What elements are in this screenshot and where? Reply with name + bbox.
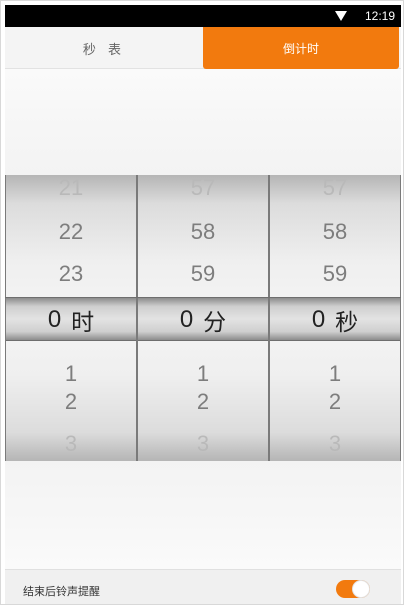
tab-stopwatch[interactable]: 秒 表 [5,27,203,69]
hours-below-3[interactable]: 3 [6,431,136,457]
seconds-above-3[interactable]: 57 [270,175,400,201]
minutes-unit: 分 [203,310,227,336]
minutes-above-1[interactable]: 59 [138,261,268,287]
minutes-above-3[interactable]: 57 [138,175,268,201]
hours-above-3[interactable]: 21 [6,175,136,201]
minutes-above-2[interactable]: 58 [138,219,268,245]
ring-reminder-label: 结束后铃声提醒 [23,585,100,598]
lower-blank-area [5,461,401,569]
seconds-selected[interactable]: 0 秒 [269,298,401,342]
seconds-below-3[interactable]: 3 [270,431,400,457]
minutes-below-2[interactable]: 2 [138,389,268,415]
hours-above-2[interactable]: 22 [6,219,136,245]
tab-countdown[interactable]: 倒计时 [203,27,399,69]
seconds-below-1[interactable]: 1 [270,361,400,387]
hours-unit: 时 [71,310,95,336]
hours-above-1[interactable]: 23 [6,261,136,287]
seconds-above-2[interactable]: 58 [270,219,400,245]
minutes-below-3[interactable]: 3 [138,431,268,457]
minutes-selected[interactable]: 0 分 [137,298,269,342]
tab-bar: 秒 表 倒计时 [5,27,401,69]
minutes-selected-value: 0 [179,306,194,333]
seconds-above-1[interactable]: 59 [270,261,400,287]
ring-reminder-row: 结束后铃声提醒 [5,569,401,604]
seconds-selected-value: 0 [311,306,326,333]
wifi-icon [335,11,347,21]
hours-selected[interactable]: 0 时 [5,298,137,342]
ring-reminder-toggle[interactable] [336,580,370,598]
upper-blank-area [5,69,401,175]
status-bar: 12:19 [5,5,401,27]
minutes-below-1[interactable]: 1 [138,361,268,387]
seconds-unit: 秒 [335,310,359,336]
hours-selected-value: 0 [47,306,62,333]
status-time: 12:19 [364,9,395,23]
seconds-below-2[interactable]: 2 [270,389,400,415]
hours-below-2[interactable]: 2 [6,389,136,415]
picker-selection-band: 0 时 0 分 0 秒 [5,297,401,342]
app-screen: 12:19 秒 表 倒计时 21 22 23 1 2 3 57 58 59 1 … [0,0,404,605]
toggle-knob [352,580,370,598]
hours-below-1[interactable]: 1 [6,361,136,387]
